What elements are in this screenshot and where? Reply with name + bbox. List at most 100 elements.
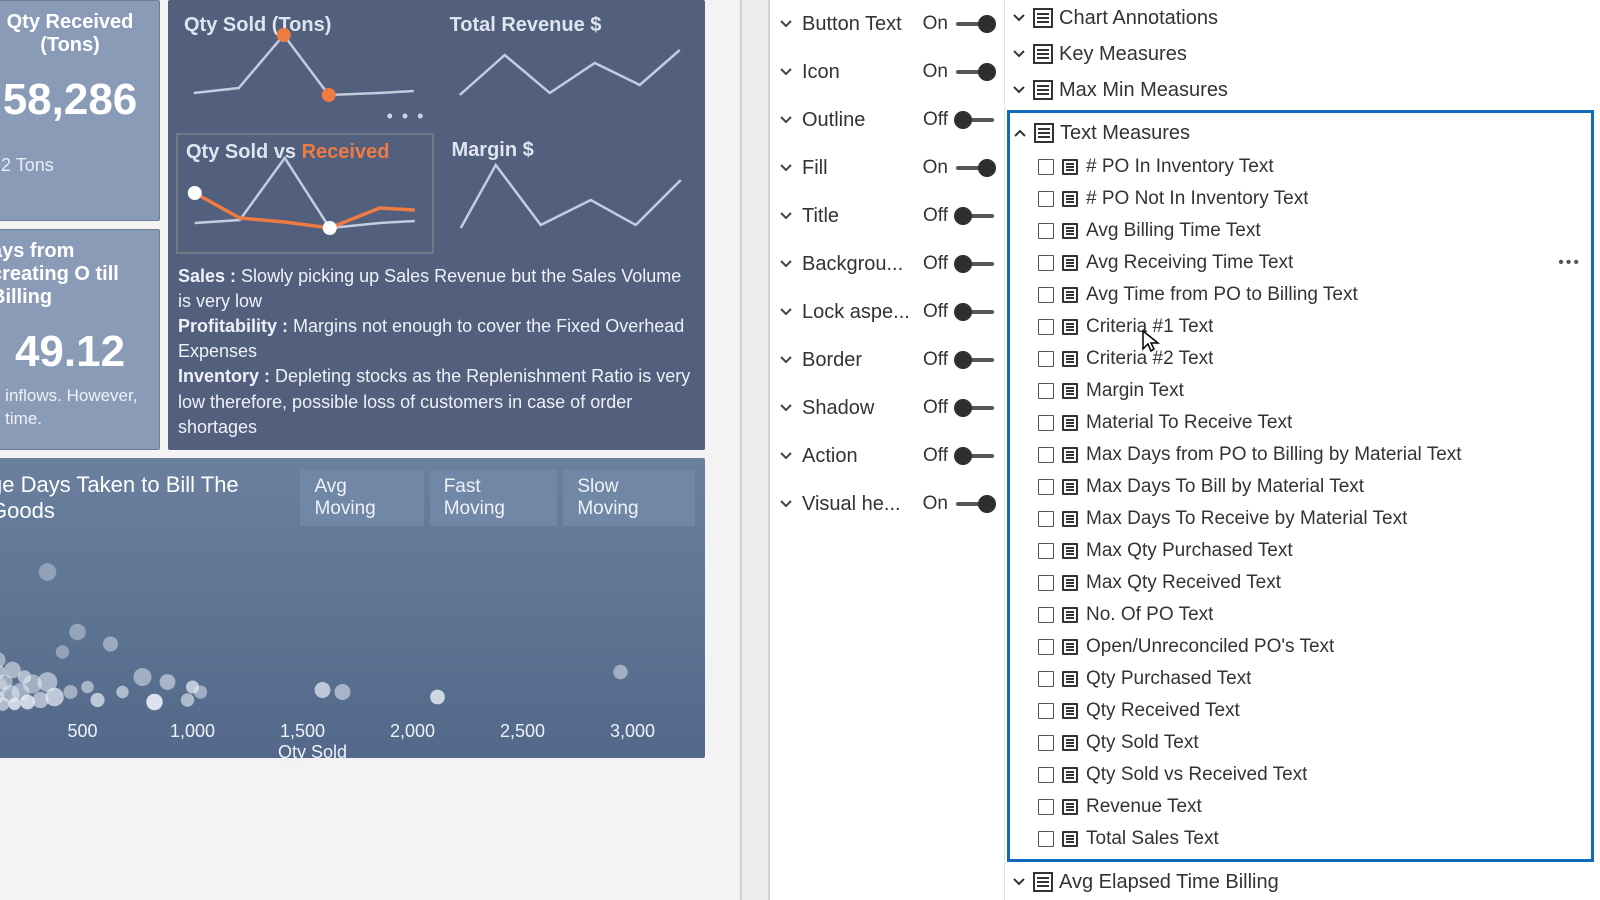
toggle-switch[interactable] — [956, 304, 994, 320]
more-icon[interactable]: • • • — [387, 106, 426, 127]
checkbox[interactable] — [1038, 831, 1054, 847]
checkbox[interactable] — [1038, 799, 1054, 815]
format-row[interactable]: ShadowOff — [770, 384, 1004, 432]
field-row[interactable]: No. Of PO Text — [1010, 599, 1591, 631]
field-row[interactable]: Avg Billing Time Text — [1010, 215, 1591, 247]
field-row[interactable]: Max Days from PO to Billing by Material … — [1010, 439, 1591, 471]
table-group[interactable]: Key Measures — [1005, 36, 1600, 72]
format-row[interactable]: Backgrou...Off — [770, 240, 1004, 288]
format-row[interactable]: Button TextOn — [770, 0, 1004, 48]
checkbox[interactable] — [1038, 159, 1054, 175]
field-row[interactable]: # PO In Inventory Text — [1010, 151, 1591, 183]
chevron-down-icon[interactable] — [778, 496, 794, 512]
toggle-switch[interactable] — [956, 64, 994, 80]
table-group[interactable]: Max Min Measures — [1005, 72, 1600, 108]
scatter-plot-visual[interactable]: ge Days Taken to Bill The Goods Avg Movi… — [0, 458, 705, 758]
legend-item[interactable]: Slow Moving — [563, 470, 695, 526]
field-row[interactable]: Qty Received Text — [1010, 695, 1591, 727]
chart-sold-vs-received[interactable]: Qty Sold vs Received — [176, 133, 434, 254]
checkbox[interactable] — [1038, 607, 1054, 623]
chart-qty-sold[interactable]: Qty Sold (Tons) • • • — [176, 8, 432, 129]
toggle-switch[interactable] — [956, 256, 994, 272]
chevron-down-icon[interactable] — [778, 64, 794, 80]
checkbox[interactable] — [1038, 511, 1054, 527]
field-row[interactable]: Qty Purchased Text — [1010, 663, 1591, 695]
chart-margin[interactable]: Margin $ — [444, 133, 698, 254]
field-row[interactable]: Max Days To Bill by Material Text — [1010, 471, 1591, 503]
checkbox[interactable] — [1038, 383, 1054, 399]
toggle-switch[interactable] — [956, 160, 994, 176]
field-row[interactable]: Open/Unreconciled PO's Text — [1010, 631, 1591, 663]
checkbox[interactable] — [1038, 319, 1054, 335]
toggle-switch[interactable] — [956, 448, 994, 464]
checkbox[interactable] — [1038, 735, 1054, 751]
toggle-switch[interactable] — [956, 112, 994, 128]
checkbox[interactable] — [1038, 255, 1054, 271]
field-row[interactable]: Max Qty Received Text — [1010, 567, 1591, 599]
more-icon[interactable]: ••• — [1558, 254, 1581, 272]
chart-total-revenue[interactable]: Total Revenue $ — [442, 8, 698, 129]
field-row[interactable]: Material To Receive Text — [1010, 407, 1591, 439]
checkbox[interactable] — [1038, 767, 1054, 783]
field-row[interactable]: Avg Time from PO to Billing Text — [1010, 279, 1591, 311]
checkbox[interactable] — [1038, 543, 1054, 559]
checkbox[interactable] — [1038, 191, 1054, 207]
chevron-down-icon[interactable] — [778, 16, 794, 32]
checkbox[interactable] — [1038, 287, 1054, 303]
chevron-down-icon[interactable] — [778, 448, 794, 464]
format-row[interactable]: BorderOff — [770, 336, 1004, 384]
field-row[interactable]: Criteria #1 Text — [1010, 311, 1591, 343]
report-canvas[interactable]: Qty Received (Tons) 58,286 92 Tons ays f… — [0, 0, 740, 900]
toggle-switch[interactable] — [956, 16, 994, 32]
toggle-switch[interactable] — [956, 208, 994, 224]
field-row[interactable]: Total Sales Text — [1010, 823, 1591, 855]
pane-divider[interactable] — [740, 0, 770, 900]
checkbox[interactable] — [1038, 351, 1054, 367]
legend-item[interactable]: Avg Moving — [300, 470, 423, 526]
chevron-down-icon[interactable] — [778, 352, 794, 368]
format-row[interactable]: TitleOff — [770, 192, 1004, 240]
chevron-up-icon[interactable] — [1012, 126, 1028, 140]
table-group-selected[interactable]: Text Measures # PO In Inventory Text# PO… — [1007, 110, 1594, 862]
field-row[interactable]: Qty Sold Text — [1010, 727, 1591, 759]
table-group[interactable]: Avg Elapsed Time Billing — [1005, 864, 1600, 900]
format-row[interactable]: Lock aspe...Off — [770, 288, 1004, 336]
format-row[interactable]: FillOn — [770, 144, 1004, 192]
kpi-card-qty-received[interactable]: Qty Received (Tons) 58,286 92 Tons — [0, 0, 160, 221]
checkbox[interactable] — [1038, 703, 1054, 719]
chevron-down-icon[interactable] — [778, 112, 794, 128]
chevron-down-icon[interactable] — [778, 256, 794, 272]
checkbox[interactable] — [1038, 479, 1054, 495]
format-pane[interactable]: Button TextOnIconOnOutlineOffFillOnTitle… — [770, 0, 1005, 900]
field-row[interactable]: Max Qty Purchased Text — [1010, 535, 1591, 567]
checkbox[interactable] — [1038, 223, 1054, 239]
field-row[interactable]: Avg Receiving Time Text••• — [1010, 247, 1591, 279]
toggle-switch[interactable] — [956, 400, 994, 416]
chevron-down-icon[interactable] — [778, 160, 794, 176]
checkbox[interactable] — [1038, 415, 1054, 431]
fields-pane[interactable]: Chart Annotations Key Measures Max Min M… — [1005, 0, 1600, 900]
format-row[interactable]: ActionOff — [770, 432, 1004, 480]
chevron-down-icon[interactable] — [778, 400, 794, 416]
chevron-down-icon[interactable] — [778, 208, 794, 224]
checkbox[interactable] — [1038, 639, 1054, 655]
field-row[interactable]: Margin Text — [1010, 375, 1591, 407]
kpi-card-days-to-billing[interactable]: ays from creating O till Billing 49.12 h… — [0, 229, 160, 450]
chevron-down-icon[interactable] — [778, 304, 794, 320]
mini-charts-container[interactable]: Qty Sold (Tons) • • • Total Revenue $ — [168, 0, 705, 450]
toggle-switch[interactable] — [956, 496, 994, 512]
format-row[interactable]: OutlineOff — [770, 96, 1004, 144]
legend-item[interactable]: Fast Moving — [430, 470, 558, 526]
field-row[interactable]: Qty Sold vs Received Text — [1010, 759, 1591, 791]
field-row[interactable]: Criteria #2 Text — [1010, 343, 1591, 375]
table-group[interactable]: Chart Annotations — [1005, 0, 1600, 36]
format-row[interactable]: Visual he...On — [770, 480, 1004, 528]
field-row[interactable]: Revenue Text — [1010, 791, 1591, 823]
format-row[interactable]: IconOn — [770, 48, 1004, 96]
toggle-switch[interactable] — [956, 352, 994, 368]
checkbox[interactable] — [1038, 575, 1054, 591]
field-row[interactable]: # PO Not In Inventory Text — [1010, 183, 1591, 215]
field-row[interactable]: Max Days To Receive by Material Text — [1010, 503, 1591, 535]
checkbox[interactable] — [1038, 671, 1054, 687]
checkbox[interactable] — [1038, 447, 1054, 463]
